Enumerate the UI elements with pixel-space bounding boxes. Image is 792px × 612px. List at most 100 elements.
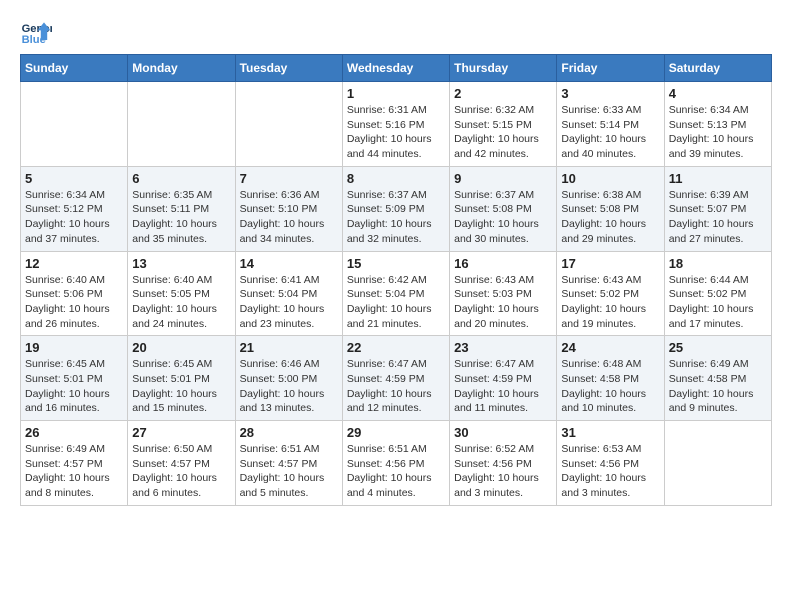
- day-info: Sunrise: 6:51 AM Sunset: 4:57 PM Dayligh…: [240, 442, 338, 501]
- day-cell: 28 Sunrise: 6:51 AM Sunset: 4:57 PM Dayli…: [235, 421, 342, 506]
- day-info: Sunrise: 6:47 AM Sunset: 4:59 PM Dayligh…: [347, 357, 445, 416]
- header-row: SundayMondayTuesdayWednesdayThursdayFrid…: [21, 55, 772, 82]
- day-info: Sunrise: 6:37 AM Sunset: 5:09 PM Dayligh…: [347, 188, 445, 247]
- day-number: 20: [132, 340, 230, 355]
- day-info: Sunrise: 6:36 AM Sunset: 5:10 PM Dayligh…: [240, 188, 338, 247]
- logo-icon: General Blue: [20, 16, 52, 48]
- day-cell: 8 Sunrise: 6:37 AM Sunset: 5:09 PM Daylig…: [342, 166, 449, 251]
- day-cell: 5Sunrise: 6:34 AM Sunset: 5:12 PM Daylig…: [21, 166, 128, 251]
- day-info: Sunrise: 6:37 AM Sunset: 5:08 PM Dayligh…: [454, 188, 552, 247]
- day-cell: 27Sunrise: 6:50 AM Sunset: 4:57 PM Dayli…: [128, 421, 235, 506]
- day-cell: 4 Sunrise: 6:34 AM Sunset: 5:13 PM Daylig…: [664, 82, 771, 167]
- day-number: 4: [669, 86, 767, 101]
- day-cell: 3 Sunrise: 6:33 AM Sunset: 5:14 PM Daylig…: [557, 82, 664, 167]
- day-cell: 24 Sunrise: 6:48 AM Sunset: 4:58 PM Dayli…: [557, 336, 664, 421]
- day-cell: 16 Sunrise: 6:43 AM Sunset: 5:03 PM Dayli…: [450, 251, 557, 336]
- day-cell: 22 Sunrise: 6:47 AM Sunset: 4:59 PM Dayli…: [342, 336, 449, 421]
- day-info: Sunrise: 6:43 AM Sunset: 5:02 PM Dayligh…: [561, 273, 659, 332]
- week-row-3: 19 Sunrise: 6:45 AM Sunset: 5:01 PM Dayli…: [21, 336, 772, 421]
- day-number: 26: [25, 425, 123, 440]
- day-info: Sunrise: 6:50 AM Sunset: 4:57 PM Dayligh…: [132, 442, 230, 501]
- week-row-2: 12 Sunrise: 6:40 AM Sunset: 5:06 PM Dayli…: [21, 251, 772, 336]
- week-row-0: 1 Sunrise: 6:31 AM Sunset: 5:16 PM Daylig…: [21, 82, 772, 167]
- day-number: 15: [347, 256, 445, 271]
- day-info: Sunrise: 6:41 AM Sunset: 5:04 PM Dayligh…: [240, 273, 338, 332]
- day-info: Sunrise: 6:42 AM Sunset: 5:04 PM Dayligh…: [347, 273, 445, 332]
- day-number: 13: [132, 256, 230, 271]
- day-cell: 13 Sunrise: 6:40 AM Sunset: 5:05 PM Dayli…: [128, 251, 235, 336]
- day-cell: 14 Sunrise: 6:41 AM Sunset: 5:04 PM Dayli…: [235, 251, 342, 336]
- day-info: Sunrise: 6:32 AM Sunset: 5:15 PM Dayligh…: [454, 103, 552, 162]
- day-cell: 23Sunrise: 6:47 AM Sunset: 4:59 PM Dayli…: [450, 336, 557, 421]
- header-wednesday: Wednesday: [342, 55, 449, 82]
- day-cell: [21, 82, 128, 167]
- day-info: Sunrise: 6:38 AM Sunset: 5:08 PM Dayligh…: [561, 188, 659, 247]
- calendar-body: 1 Sunrise: 6:31 AM Sunset: 5:16 PM Daylig…: [21, 82, 772, 506]
- day-info: Sunrise: 6:45 AM Sunset: 5:01 PM Dayligh…: [25, 357, 123, 416]
- day-cell: 30Sunrise: 6:52 AM Sunset: 4:56 PM Dayli…: [450, 421, 557, 506]
- day-info: Sunrise: 6:34 AM Sunset: 5:13 PM Dayligh…: [669, 103, 767, 162]
- day-number: 23: [454, 340, 552, 355]
- day-cell: 31 Sunrise: 6:53 AM Sunset: 4:56 PM Dayli…: [557, 421, 664, 506]
- day-info: Sunrise: 6:40 AM Sunset: 5:05 PM Dayligh…: [132, 273, 230, 332]
- day-info: Sunrise: 6:49 AM Sunset: 4:57 PM Dayligh…: [25, 442, 123, 501]
- day-number: 19: [25, 340, 123, 355]
- day-number: 18: [669, 256, 767, 271]
- day-cell: 26 Sunrise: 6:49 AM Sunset: 4:57 PM Dayli…: [21, 421, 128, 506]
- day-info: Sunrise: 6:39 AM Sunset: 5:07 PM Dayligh…: [669, 188, 767, 247]
- day-number: 9: [454, 171, 552, 186]
- day-cell: 11 Sunrise: 6:39 AM Sunset: 5:07 PM Dayli…: [664, 166, 771, 251]
- day-cell: [664, 421, 771, 506]
- day-number: 7: [240, 171, 338, 186]
- calendar-table: SundayMondayTuesdayWednesdayThursdayFrid…: [20, 54, 772, 506]
- day-info: Sunrise: 6:40 AM Sunset: 5:06 PM Dayligh…: [25, 273, 123, 332]
- day-cell: 10 Sunrise: 6:38 AM Sunset: 5:08 PM Dayli…: [557, 166, 664, 251]
- day-number: 31: [561, 425, 659, 440]
- day-number: 8: [347, 171, 445, 186]
- day-cell: [128, 82, 235, 167]
- header-sunday: Sunday: [21, 55, 128, 82]
- day-number: 17: [561, 256, 659, 271]
- day-number: 29: [347, 425, 445, 440]
- day-cell: 1 Sunrise: 6:31 AM Sunset: 5:16 PM Daylig…: [342, 82, 449, 167]
- day-cell: 12 Sunrise: 6:40 AM Sunset: 5:06 PM Dayli…: [21, 251, 128, 336]
- header-saturday: Saturday: [664, 55, 771, 82]
- day-info: Sunrise: 6:34 AM Sunset: 5:12 PM Dayligh…: [25, 188, 123, 247]
- day-cell: 19 Sunrise: 6:45 AM Sunset: 5:01 PM Dayli…: [21, 336, 128, 421]
- day-number: 12: [25, 256, 123, 271]
- week-row-4: 26 Sunrise: 6:49 AM Sunset: 4:57 PM Dayli…: [21, 421, 772, 506]
- day-number: 24: [561, 340, 659, 355]
- header-friday: Friday: [557, 55, 664, 82]
- day-number: 11: [669, 171, 767, 186]
- day-cell: 15 Sunrise: 6:42 AM Sunset: 5:04 PM Dayli…: [342, 251, 449, 336]
- day-info: Sunrise: 6:51 AM Sunset: 4:56 PM Dayligh…: [347, 442, 445, 501]
- day-info: Sunrise: 6:31 AM Sunset: 5:16 PM Dayligh…: [347, 103, 445, 162]
- day-number: 22: [347, 340, 445, 355]
- day-cell: 17 Sunrise: 6:43 AM Sunset: 5:02 PM Dayli…: [557, 251, 664, 336]
- day-cell: 6 Sunrise: 6:35 AM Sunset: 5:11 PM Daylig…: [128, 166, 235, 251]
- day-number: 28: [240, 425, 338, 440]
- day-info: Sunrise: 6:53 AM Sunset: 4:56 PM Dayligh…: [561, 442, 659, 501]
- day-cell: 20 Sunrise: 6:45 AM Sunset: 5:01 PM Dayli…: [128, 336, 235, 421]
- day-cell: 9 Sunrise: 6:37 AM Sunset: 5:08 PM Daylig…: [450, 166, 557, 251]
- day-number: 3: [561, 86, 659, 101]
- day-number: 14: [240, 256, 338, 271]
- day-number: 25: [669, 340, 767, 355]
- day-number: 30: [454, 425, 552, 440]
- header-monday: Monday: [128, 55, 235, 82]
- day-cell: 2Sunrise: 6:32 AM Sunset: 5:15 PM Daylig…: [450, 82, 557, 167]
- day-cell: 21Sunrise: 6:46 AM Sunset: 5:00 PM Dayli…: [235, 336, 342, 421]
- day-info: Sunrise: 6:43 AM Sunset: 5:03 PM Dayligh…: [454, 273, 552, 332]
- day-number: 1: [347, 86, 445, 101]
- day-info: Sunrise: 6:48 AM Sunset: 4:58 PM Dayligh…: [561, 357, 659, 416]
- day-number: 6: [132, 171, 230, 186]
- day-info: Sunrise: 6:45 AM Sunset: 5:01 PM Dayligh…: [132, 357, 230, 416]
- day-number: 16: [454, 256, 552, 271]
- header-thursday: Thursday: [450, 55, 557, 82]
- day-info: Sunrise: 6:44 AM Sunset: 5:02 PM Dayligh…: [669, 273, 767, 332]
- header: General Blue: [20, 16, 772, 48]
- day-info: Sunrise: 6:33 AM Sunset: 5:14 PM Dayligh…: [561, 103, 659, 162]
- header-tuesday: Tuesday: [235, 55, 342, 82]
- day-number: 10: [561, 171, 659, 186]
- day-info: Sunrise: 6:35 AM Sunset: 5:11 PM Dayligh…: [132, 188, 230, 247]
